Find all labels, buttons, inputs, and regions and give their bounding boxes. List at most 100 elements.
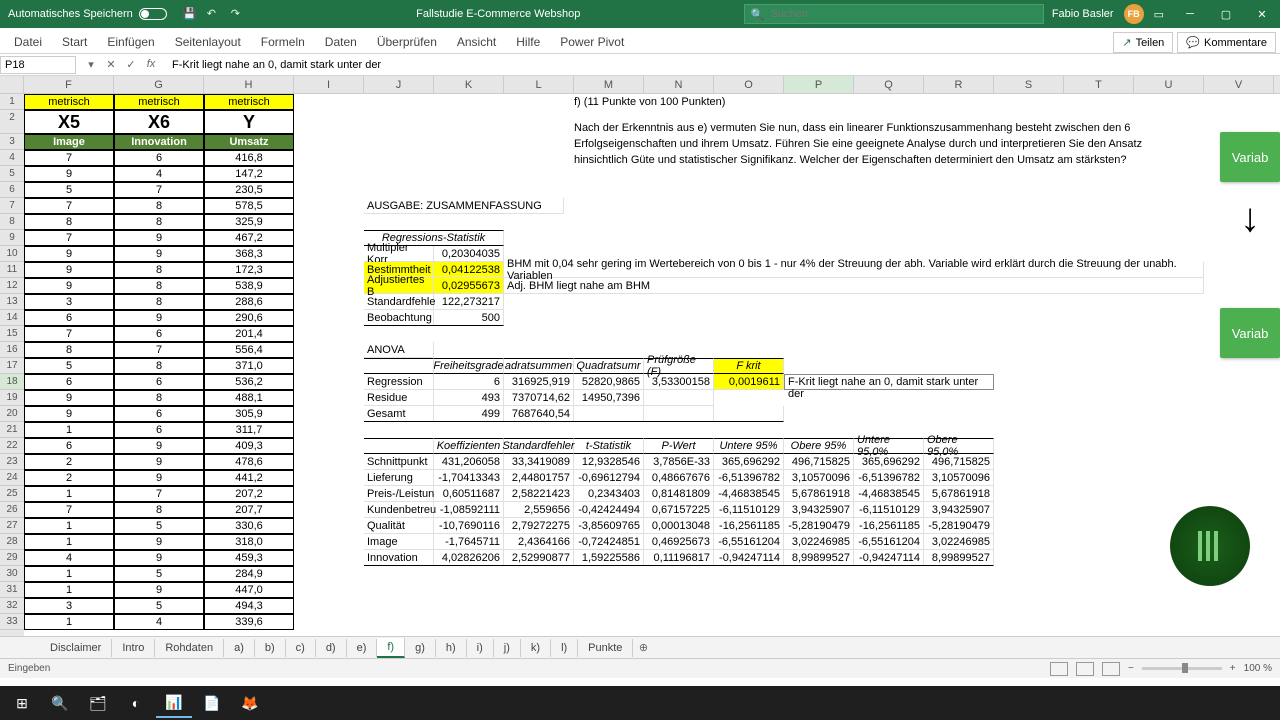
cell-H20[interactable]: 305,9	[204, 406, 294, 422]
cell-F3[interactable]: Image	[24, 134, 114, 150]
col-header-G[interactable]: G	[114, 76, 204, 93]
cell-J17[interactable]	[364, 358, 434, 374]
cell-F13[interactable]: 3	[24, 294, 114, 310]
undo-icon[interactable]: ↶	[207, 7, 221, 21]
cell-F11[interactable]: 9	[24, 262, 114, 278]
editing-cell[interactable]: F-Krit liegt nahe an 0, damit stark unte…	[784, 374, 994, 390]
cell-H27[interactable]: 330,6	[204, 518, 294, 534]
cell-G5[interactable]: 4	[114, 166, 204, 182]
cell-L22[interactable]: Standardfehler	[504, 438, 574, 454]
cell-J26[interactable]: Kundenbetreu	[364, 502, 434, 518]
col-header-L[interactable]: L	[504, 76, 574, 93]
row-header-24[interactable]: 24	[0, 470, 24, 486]
tab-start[interactable]: Start	[52, 31, 97, 53]
cell-G24[interactable]: 9	[114, 470, 204, 486]
cell-F17[interactable]: 5	[24, 358, 114, 374]
col-header-V[interactable]: V	[1204, 76, 1274, 93]
cell-H18[interactable]: 536,2	[204, 374, 294, 390]
cell-O25[interactable]: -4,46838545	[714, 486, 784, 502]
zoom-out-icon[interactable]: −	[1128, 663, 1134, 674]
cell-M28[interactable]: -0,72424851	[574, 534, 644, 550]
cell-F33[interactable]: 1	[24, 614, 114, 630]
cell-G2[interactable]: X6	[114, 110, 204, 134]
cell-F32[interactable]: 3	[24, 598, 114, 614]
cell-H10[interactable]: 368,3	[204, 246, 294, 262]
row-header-15[interactable]: 15	[0, 326, 24, 342]
cell-H1[interactable]: metrisch	[204, 94, 294, 110]
cell-F19[interactable]: 9	[24, 390, 114, 406]
cell-L28[interactable]: 2,4364166	[504, 534, 574, 550]
cell-G29[interactable]: 9	[114, 550, 204, 566]
cell-R28[interactable]: 3,02246985	[924, 534, 994, 550]
row-header-13[interactable]: 13	[0, 294, 24, 310]
cell-Q28[interactable]: -6,55161204	[854, 534, 924, 550]
cell-G21[interactable]: 6	[114, 422, 204, 438]
col-header-U[interactable]: U	[1134, 76, 1204, 93]
cell-N17[interactable]: Prüfgröße (F)	[644, 358, 714, 374]
row-header-22[interactable]: 22	[0, 438, 24, 454]
cell-Q24[interactable]: -6,51396782	[854, 470, 924, 486]
cell-H6[interactable]: 230,5	[204, 182, 294, 198]
close-button[interactable]: ✕	[1244, 0, 1280, 28]
cell-N22[interactable]: P-Wert	[644, 438, 714, 454]
cell-G13[interactable]: 8	[114, 294, 204, 310]
cell-K19[interactable]: 493	[434, 390, 504, 406]
cell-H5[interactable]: 147,2	[204, 166, 294, 182]
row-header-32[interactable]: 32	[0, 598, 24, 614]
cell-G15[interactable]: 6	[114, 326, 204, 342]
ribbon-display-icon[interactable]: ▭	[1154, 8, 1164, 21]
cell-P28[interactable]: 3,02246985	[784, 534, 854, 550]
cell-J20[interactable]	[364, 406, 784, 422]
tab-formeln[interactable]: Formeln	[251, 31, 315, 53]
cell-L12[interactable]: Adj. BHM liegt nahe am BHM	[504, 278, 1204, 294]
view-normal-icon[interactable]	[1050, 662, 1068, 676]
cell-G26[interactable]: 8	[114, 502, 204, 518]
zoom-in-icon[interactable]: +	[1230, 663, 1236, 674]
cell-L23[interactable]: 33,3419089	[504, 454, 574, 470]
cell-H25[interactable]: 207,2	[204, 486, 294, 502]
cell-K28[interactable]: -1,7645711	[434, 534, 504, 550]
cell-O22[interactable]: Untere 95%	[714, 438, 784, 454]
cell-P22[interactable]: Obere 95%	[784, 438, 854, 454]
search-box[interactable]: 🔍	[744, 4, 1044, 24]
search-input[interactable]	[771, 8, 1037, 20]
fx-icon[interactable]: fx	[144, 58, 158, 71]
cell-H24[interactable]: 441,2	[204, 470, 294, 486]
cell-K17[interactable]: Freiheitsgrade	[434, 358, 504, 374]
cell-G30[interactable]: 5	[114, 566, 204, 582]
cell-H29[interactable]: 459,3	[204, 550, 294, 566]
cell-H17[interactable]: 371,0	[204, 358, 294, 374]
cell-J22[interactable]	[364, 438, 434, 454]
sheet-tab-k[interactable]: k)	[521, 639, 551, 657]
row-header-3[interactable]: 3	[0, 134, 24, 150]
cell-O26[interactable]: -6,11510129	[714, 502, 784, 518]
cell-J7[interactable]: AUSGABE: ZUSAMMENFASSUNG	[364, 198, 564, 214]
cell-K22[interactable]: Koeffizienten	[434, 438, 504, 454]
cell-F25[interactable]: 1	[24, 486, 114, 502]
row-header-12[interactable]: 12	[0, 278, 24, 294]
cell-O23[interactable]: 365,696292	[714, 454, 784, 470]
cell-K24[interactable]: -1,70413343	[434, 470, 504, 486]
cell-F21[interactable]: 1	[24, 422, 114, 438]
row-header-14[interactable]: 14	[0, 310, 24, 326]
cell-G11[interactable]: 8	[114, 262, 204, 278]
cell-M26[interactable]: -0,42424494	[574, 502, 644, 518]
row-header-26[interactable]: 26	[0, 502, 24, 518]
row-header-1[interactable]: 1	[0, 94, 24, 110]
shape-variable-1[interactable]: Variab	[1220, 132, 1280, 182]
cell-O18[interactable]: 0,0019611	[714, 374, 784, 390]
sheet-tab-j[interactable]: j)	[494, 639, 521, 657]
cell-J25[interactable]: Preis-/Leistun	[364, 486, 434, 502]
row-header-33[interactable]: 33	[0, 614, 24, 630]
cell-F4[interactable]: 7	[24, 150, 114, 166]
task-app-1[interactable]: 🗂	[80, 688, 116, 718]
cell-N27[interactable]: 0,00013048	[644, 518, 714, 534]
cell-F29[interactable]: 4	[24, 550, 114, 566]
cell-K11[interactable]: 0,04122538	[434, 262, 504, 278]
cell-G27[interactable]: 5	[114, 518, 204, 534]
cell-H2[interactable]: Y	[204, 110, 294, 134]
row-header-4[interactable]: 4	[0, 150, 24, 166]
cell-F23[interactable]: 2	[24, 454, 114, 470]
col-header-O[interactable]: O	[714, 76, 784, 93]
row-header-27[interactable]: 27	[0, 518, 24, 534]
